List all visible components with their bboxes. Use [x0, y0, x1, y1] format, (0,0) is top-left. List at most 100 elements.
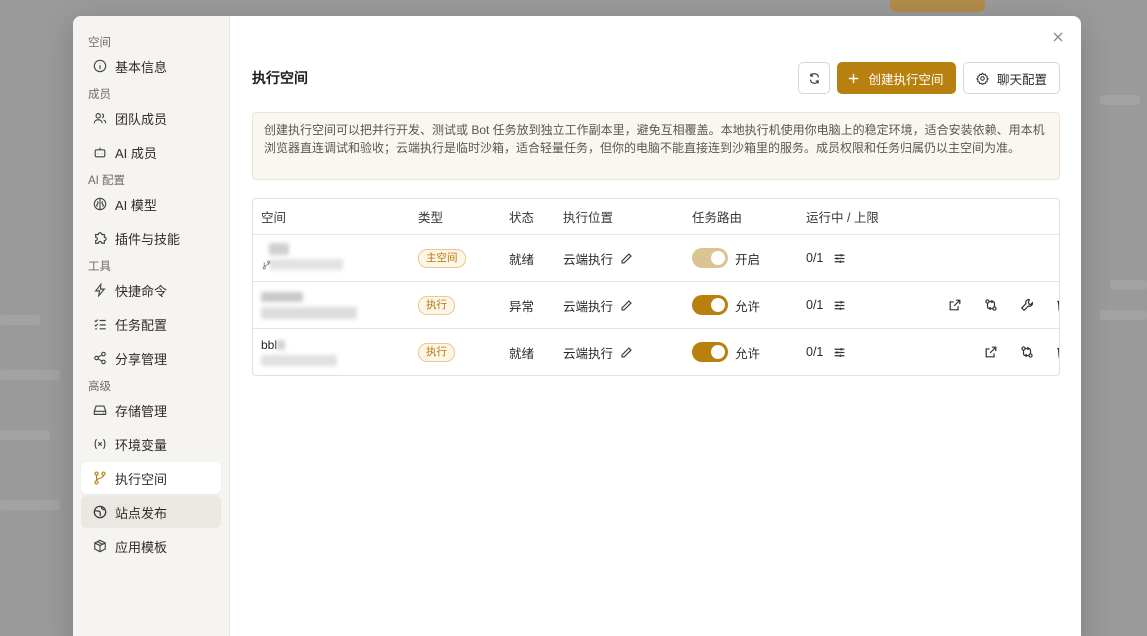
- sidebar-item-plugins-skills[interactable]: 插件与技能: [81, 222, 221, 254]
- sidebar-item-label: 团队成员: [115, 111, 168, 127]
- create-exec-space-button[interactable]: 创建执行空间: [837, 62, 956, 94]
- type-cell: 执行: [418, 342, 509, 362]
- backdrop-line: [1100, 310, 1147, 320]
- routing-toggle[interactable]: [692, 248, 728, 268]
- list-check-icon: [93, 317, 107, 331]
- location-cell: 云端执行: [563, 343, 692, 362]
- table-row: bbl 执行 就绪 云端执行 允许 0/1: [253, 328, 1059, 375]
- routing-toggle[interactable]: [692, 295, 728, 315]
- section-title-ai-config: AI 配置: [88, 175, 126, 187]
- status-cell: 就绪: [509, 346, 535, 361]
- sidebar-item-label: 环境变量: [115, 437, 168, 453]
- trash-icon[interactable]: [1055, 345, 1059, 359]
- plus-icon: [849, 73, 859, 83]
- drive-icon: [93, 403, 107, 417]
- sliders-icon[interactable]: [833, 346, 846, 359]
- location-cell: 云端执行: [563, 249, 692, 268]
- toggle-knob: [711, 298, 725, 312]
- redacted-name: [269, 243, 289, 255]
- sidebar-item-label: 应用模板: [115, 539, 168, 555]
- routing-label: 允许: [735, 346, 761, 361]
- edit-pencil-icon[interactable]: [620, 346, 633, 359]
- sidebar-item-share-management[interactable]: 分享管理: [81, 342, 221, 374]
- type-cell: 执行: [418, 295, 509, 315]
- puzzle-icon: [93, 231, 107, 245]
- backdrop-line: [0, 315, 40, 325]
- edit-pencil-icon[interactable]: [620, 252, 633, 265]
- sync-icon[interactable]: [984, 298, 998, 312]
- exec-space-table: 空间 类型 状态 执行位置 任务路由 运行中 / 上限 主空间 就绪 云端执行: [252, 198, 1060, 376]
- toggle-knob: [711, 251, 725, 265]
- sidebar-item-label: AI 模型: [115, 197, 157, 213]
- header-space: 空间: [261, 211, 287, 225]
- settings-sidebar: 空间 基本信息 成员 团队成员 AI 成员 AI 配置 AI 模型 插件与技能 …: [73, 16, 230, 636]
- redacted-subtitle: [261, 307, 357, 319]
- bolt-icon: [93, 283, 107, 297]
- status-cell: 就绪: [509, 252, 535, 267]
- variable-icon: [93, 437, 107, 451]
- running-value: 0/1: [806, 345, 824, 359]
- sync-icon[interactable]: [1020, 345, 1034, 359]
- chat-config-button[interactable]: 聊天配置: [963, 62, 1060, 94]
- sidebar-item-app-templates[interactable]: 应用模板: [81, 530, 221, 562]
- redacted-name: [261, 292, 303, 302]
- location-cell: 云端执行: [563, 296, 692, 315]
- sidebar-item-team-members[interactable]: 团队成员: [81, 102, 221, 134]
- routing-label: 开启: [735, 252, 761, 267]
- open-external-icon[interactable]: [948, 298, 962, 312]
- routing-toggle[interactable]: [692, 342, 728, 362]
- edit-pencil-icon[interactable]: [620, 299, 633, 312]
- section-title-tools: 工具: [88, 261, 111, 273]
- sidebar-item-shortcuts[interactable]: 快捷命令: [81, 274, 221, 306]
- sidebar-item-label: 执行空间: [115, 471, 168, 487]
- space-name-cell: bbl: [253, 329, 418, 375]
- globe-icon: [93, 505, 107, 519]
- backdrop-accent: [890, 0, 985, 12]
- open-external-icon[interactable]: [984, 345, 998, 359]
- section-title-advanced: 高级: [88, 381, 111, 393]
- refresh-icon: [809, 72, 819, 84]
- header-status: 状态: [509, 211, 535, 225]
- location-label: 云端执行: [563, 252, 614, 267]
- sidebar-item-label: 基本信息: [115, 59, 168, 75]
- refresh-button[interactable]: [798, 62, 830, 94]
- wrench-icon[interactable]: [1020, 298, 1034, 312]
- space-name-cell: [253, 235, 418, 281]
- sidebar-item-ai-models[interactable]: AI 模型: [81, 188, 221, 220]
- gear-icon: [975, 71, 989, 85]
- sidebar-item-label: AI 成员: [115, 145, 157, 161]
- backdrop-line: [0, 370, 60, 380]
- space-name-cell: [253, 282, 418, 328]
- running-value: 0/1: [806, 251, 824, 265]
- sidebar-item-label: 快捷命令: [115, 283, 168, 299]
- trash-icon[interactable]: [1055, 298, 1059, 312]
- toggle-knob: [711, 345, 725, 359]
- sidebar-item-label: 存储管理: [115, 403, 168, 419]
- sidebar-item-storage[interactable]: 存储管理: [81, 394, 221, 426]
- page-title: 执行空间: [252, 70, 308, 86]
- section-title-members: 成员: [88, 89, 111, 101]
- header-location: 执行位置: [563, 211, 614, 225]
- backdrop-line: [1100, 95, 1140, 105]
- type-badge: 主空间: [418, 248, 466, 268]
- sidebar-item-ai-members[interactable]: AI 成员: [81, 136, 221, 168]
- type-badge: 执行: [418, 342, 455, 362]
- table-row: 执行 异常 云端执行 允许 0/1: [253, 281, 1059, 328]
- actions-cell: [926, 298, 1059, 312]
- sidebar-item-basic-info[interactable]: 基本信息: [81, 50, 221, 82]
- header-type: 类型: [418, 211, 444, 225]
- sidebar-item-env-vars[interactable]: 环境变量: [81, 428, 221, 460]
- sidebar-item-site-publish[interactable]: 站点发布: [81, 496, 221, 528]
- sidebar-item-exec-space[interactable]: 执行空间: [81, 462, 221, 494]
- header-routing: 任务路由: [692, 211, 743, 225]
- create-exec-space-label: 创建执行空间: [868, 72, 944, 87]
- sliders-icon[interactable]: [833, 299, 846, 312]
- sliders-icon[interactable]: [833, 252, 846, 265]
- redacted-subtitle: [269, 259, 343, 270]
- branch-icon: [93, 471, 107, 485]
- sidebar-item-task-config[interactable]: 任务配置: [81, 308, 221, 340]
- routing-cell: 允许: [692, 342, 806, 362]
- sidebar-item-label: 分享管理: [115, 351, 168, 367]
- close-icon[interactable]: [1051, 30, 1065, 44]
- location-label: 云端执行: [563, 299, 614, 314]
